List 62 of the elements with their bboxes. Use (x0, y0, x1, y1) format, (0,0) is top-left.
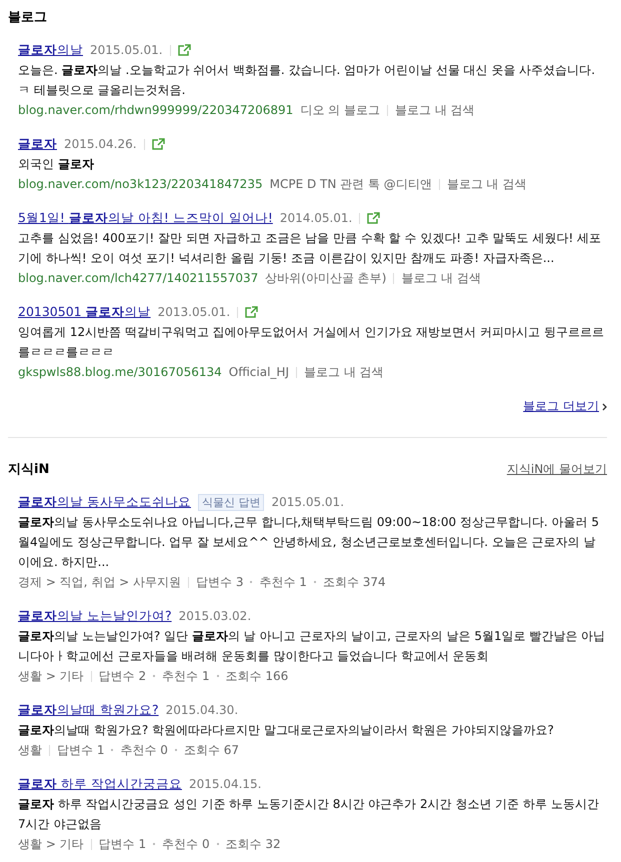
in-blog-search-link[interactable]: 블로그 내 검색 (401, 268, 482, 288)
question-snippet: 글로자의날때 학원가요? 학원에따라다르지만 말그대로근로자의날이라서 학원은 가야되지않을까요? (18, 722, 555, 739)
post-snippet: 외국인 글로자 (18, 156, 95, 173)
post-snippet: 잉여롭게 12시반쯤 떡갈비구워먹고 집에아무도없어서 거실에서 인기가요 재방보면서 커피마시고 뒹구르르르 를ㄹㄹㄹ를ㄹㄹㄹ (18, 324, 605, 361)
section-title: 블로그 (8, 9, 47, 26)
stat-count: 추천수 0 (120, 742, 168, 759)
category-path[interactable]: 생활 > 기타 (18, 666, 84, 686)
question-title-link[interactable]: 글로자의날 노는날인가여? (18, 606, 172, 626)
stat-count: 답변수 1 (98, 836, 146, 853)
post-date: 2014.05.01. (280, 210, 352, 227)
stat-count: 조회수 166 (226, 668, 288, 685)
post-url-link[interactable]: blog.naver.com/lch4277/140211557037 (18, 268, 258, 288)
stat-count: 답변수 1 (57, 742, 104, 759)
category-path[interactable]: 생활 (18, 740, 42, 760)
ask-question-link[interactable]: 지식iN에 물어보기 (506, 460, 607, 478)
blog-name-link[interactable]: 디오 의 블로그 (300, 100, 380, 120)
more-blogs-link[interactable]: 블로그 더보기 (523, 398, 607, 415)
post-date: 2015.05.01. (90, 42, 163, 59)
section-title: 지식iN (8, 461, 50, 478)
stat-count: 답변수 2 (98, 668, 146, 685)
question-date: 2015.04.30. (166, 702, 238, 719)
post-url-link[interactable]: blog.naver.com/rhdwn999999/220347206891 (18, 100, 294, 120)
question-date: 2015.04.15. (188, 776, 262, 793)
post-snippet: 고추를 심었음! 400포기! 잘만 되면 자급하고 조금은 남을 만큼 수확 할 수 있겠다! 고추 말뚝도 세웠다! 세포기에 하나씩! 오이 여섯 포기! 넉셔리한 올림 기둥! 조금 이른감이 있지만 참깨도 파종! 자급자족은... (18, 230, 602, 267)
blog-name-link[interactable]: 상바위(아미산골 촌부) (265, 268, 386, 288)
stat-count: 조회수 32 (226, 836, 281, 853)
post-date: 2015.04.26. (64, 136, 137, 153)
category-path[interactable]: 경제 > 직업, 취업 > 사무지원 (18, 572, 181, 592)
post-url-link[interactable]: blog.naver.com/no3k123/220341847235 (18, 174, 263, 194)
question-title-link[interactable]: 글로자의날 동사무소도쉬나요 (18, 492, 191, 512)
post-url-link[interactable]: gkspwls88.blog.me/30167056134 (18, 362, 222, 382)
share-icon[interactable] (178, 44, 191, 56)
blog-name-link[interactable]: Official_HJ (228, 362, 289, 382)
stat-count: 추천수 1 (162, 668, 210, 685)
blog-name-link[interactable]: MCPE D TN 관련 톡 @디티앤 (270, 174, 432, 194)
question-snippet: 글로자 하루 작업시간궁금요 성인 기준 하루 노동기준시간 8시간 야근추가 2시간 청소년 기준 하루 노동시간 7시간 야근없음 (18, 796, 600, 833)
stat-count: 조회수 67 (184, 742, 239, 759)
question-date: 2015.03.02. (178, 608, 252, 625)
stat-count: 추천수 1 (259, 574, 307, 591)
stat-count: 추천수 0 (162, 836, 210, 853)
post-snippet: 오늘은. 글로자의날 .오늘학교가 쉬어서 백화점를. 갔습니다. 엄마가 어린이날 선물 대신 옷을 사주셨습니다. ㅋ 테블릿으로 글올리는것처음. (18, 62, 596, 99)
in-blog-search-link[interactable]: 블로그 내 검색 (394, 100, 475, 120)
post-title-link[interactable]: 20130501 글로자의날 (18, 302, 151, 322)
question-snippet: 글로자의날 노는날인가여? 일단 글로자의 날 아니고 근로자의 날이고, 근로자의 날은 5월1일로 빨간날은 아닙니다아ㅏ학교에선 근로자들을 배려해 운동회를 많이한다고 들었습니다 학교에서 운동회 (18, 628, 606, 665)
stat-count: 답변수 3 (196, 574, 244, 591)
question-date: 2015.05.01. (271, 494, 344, 511)
share-icon[interactable] (367, 212, 380, 224)
post-title-link[interactable]: 글로자 (18, 134, 57, 154)
question-snippet: 글로자의날 동사무소도쉬나요 아닙니다,근무 합니다,채택부탁드림 09:00~18:00 정상근무합니다. 아울러 5월4일에도 정상근무합니다. 업무 잘 보세요^^ 안녕하세요, 청소년근로보호센터입니다. 오늘은 근로자의 날이에요. 하지만... (18, 514, 600, 571)
post-title-link[interactable]: 글로자의날 (18, 40, 83, 60)
chevron-icon (602, 402, 607, 410)
post-title-link[interactable]: 5월1일! 글로자의날 아침! 느즈막이 일어나! (18, 208, 273, 228)
in-blog-search-link[interactable]: 블로그 내 검색 (304, 362, 384, 382)
question-title-link[interactable]: 글로자 하루 작업시간궁금요 (18, 774, 182, 794)
stat-count: 조회수 374 (322, 574, 386, 591)
answer-badge: 식물신 답변 (198, 494, 264, 510)
share-icon[interactable] (152, 138, 165, 150)
category-path[interactable]: 생활 > 기타 (18, 834, 84, 854)
post-date: 2013.05.01. (158, 304, 230, 321)
in-blog-search-link[interactable]: 블로그 내 검색 (446, 174, 526, 194)
question-title-link[interactable]: 글로자의날때 학원가요? (18, 700, 159, 720)
share-icon[interactable] (245, 306, 258, 318)
